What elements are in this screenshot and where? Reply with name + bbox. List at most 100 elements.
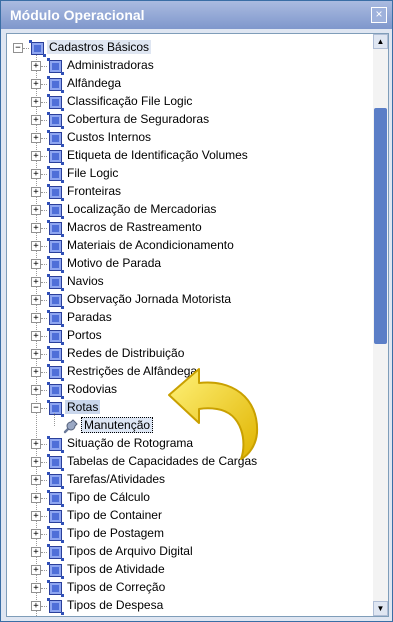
expand-icon[interactable]: + — [31, 61, 41, 71]
expand-icon[interactable]: + — [31, 205, 41, 215]
expand-icon[interactable]: + — [31, 349, 41, 359]
tree-item-macros-de-rastreamento[interactable]: + Macros de Rastreamento — [7, 219, 373, 237]
expand-icon[interactable]: + — [31, 187, 41, 197]
folder-node-icon — [29, 40, 46, 57]
expand-icon[interactable]: + — [31, 493, 41, 503]
tree-item-label: Localização de Mercadorias — [67, 202, 217, 216]
tree-item-portos[interactable]: + Portos — [7, 327, 373, 345]
expand-icon[interactable]: + — [31, 367, 41, 377]
expand-icon[interactable]: + — [31, 439, 41, 449]
tree-item-etiqueta-de-identifica-o-volumes[interactable]: + Etiqueta de Identificação Volumes — [7, 147, 373, 165]
folder-node-icon — [47, 508, 64, 525]
expand-icon[interactable]: + — [31, 601, 41, 611]
expand-icon[interactable]: + — [31, 97, 41, 107]
tree-connector — [41, 354, 47, 355]
tree-item-file-logic[interactable]: + File Logic — [7, 165, 373, 183]
folder-node-icon — [47, 76, 64, 93]
tree-item-label: Fronteiras — [67, 184, 122, 198]
folder-node-icon — [47, 292, 64, 309]
tree-item-tipo-de-container[interactable]: + Tipo de Container — [7, 507, 373, 525]
tree-connector — [41, 444, 47, 445]
tree-connector — [41, 156, 47, 157]
expand-icon[interactable]: + — [31, 385, 41, 395]
tree-item-cobertura-de-seguradoras[interactable]: + Cobertura de Seguradoras — [7, 111, 373, 129]
expand-icon[interactable]: + — [31, 151, 41, 161]
tree-item-tipos-de-corre-o[interactable]: + Tipos de Correção — [7, 579, 373, 597]
folder-node-icon — [47, 580, 64, 597]
tree-child-label: Manutenção — [81, 417, 154, 433]
expand-icon[interactable]: + — [31, 547, 41, 557]
folder-node-icon — [47, 544, 64, 561]
expand-icon[interactable]: + — [31, 295, 41, 305]
expand-icon[interactable]: + — [31, 331, 41, 341]
folder-node-icon — [47, 562, 64, 579]
tree-item-label: Portos — [67, 328, 102, 342]
expand-icon[interactable]: + — [31, 133, 41, 143]
tree-connector — [41, 570, 47, 571]
titlebar: Módulo Operacional × — [1, 1, 392, 29]
expand-icon[interactable]: + — [31, 259, 41, 269]
tree-panel: − Cadastros Básicos + Administradoras + Alfân… — [6, 33, 389, 617]
tree-item-custos-internos[interactable]: + Custos Internos — [7, 129, 373, 147]
folder-node-icon — [47, 400, 64, 417]
tree-root[interactable]: − Cadastros Básicos — [7, 39, 373, 57]
tree-item-tarefas-atividades[interactable]: + Tarefas/Atividades — [7, 471, 373, 489]
folder-node-icon — [47, 148, 64, 165]
expand-icon[interactable]: + — [31, 583, 41, 593]
tree-connector — [41, 516, 47, 517]
folder-node-icon — [47, 328, 64, 345]
folder-node-icon — [47, 274, 64, 291]
expand-icon[interactable]: + — [31, 277, 41, 287]
vertical-scrollbar[interactable]: ▲ ▼ — [373, 34, 388, 616]
tree-item-label: Custos Internos — [67, 130, 152, 144]
tree-item-fronteiras[interactable]: + Fronteiras — [7, 183, 373, 201]
tree-item-administradoras[interactable]: + Administradoras — [7, 57, 373, 75]
folder-node-icon — [47, 130, 64, 147]
expand-icon[interactable]: + — [31, 475, 41, 485]
expand-icon[interactable]: + — [31, 511, 41, 521]
expand-icon[interactable]: + — [31, 223, 41, 233]
tree-item-tipo-de-c-lculo[interactable]: + Tipo de Cálculo — [7, 489, 373, 507]
tree-item-tipos-de-atividade[interactable]: + Tipos de Atividade — [7, 561, 373, 579]
expand-icon[interactable]: + — [31, 115, 41, 125]
expand-icon[interactable]: + — [31, 169, 41, 179]
close-icon[interactable]: × — [371, 7, 387, 23]
tree-item-tipo-de-postagem[interactable]: + Tipo de Postagem — [7, 525, 373, 543]
tree-item-label: Observação Jornada Motorista — [67, 292, 232, 306]
window-title: Módulo Operacional — [10, 7, 145, 23]
tree-connector — [41, 282, 47, 283]
tree-item-localiza-o-de-mercadorias[interactable]: + Localização de Mercadorias — [7, 201, 373, 219]
expand-icon[interactable]: + — [31, 241, 41, 251]
tree-connector — [41, 102, 47, 103]
tree-item-alf-ndega[interactable]: + Alfândega — [7, 75, 373, 93]
tree-item-materiais-de-acondicionamento[interactable]: + Materiais de Acondicionamento — [7, 237, 373, 255]
scroll-thumb[interactable] — [374, 108, 387, 344]
expand-icon[interactable]: + — [31, 79, 41, 89]
tree-connector — [41, 120, 47, 121]
collapse-icon[interactable]: − — [13, 43, 23, 53]
expand-icon[interactable]: + — [31, 529, 41, 539]
tree-connector — [41, 390, 47, 391]
tree-root-label: Cadastros Básicos — [47, 40, 152, 54]
collapse-icon[interactable]: − — [31, 403, 41, 413]
tree-item-redes-de-distribui-o[interactable]: + Redes de Distribuição — [7, 345, 373, 363]
tree-item-navios[interactable]: + Navios — [7, 273, 373, 291]
tree-item-label: Tipo de Container — [67, 508, 162, 522]
folder-node-icon — [47, 472, 64, 489]
expand-icon[interactable]: + — [31, 313, 41, 323]
tree-item-paradas[interactable]: + Paradas — [7, 309, 373, 327]
scroll-down-button[interactable]: ▼ — [373, 601, 388, 616]
expand-icon[interactable]: + — [31, 565, 41, 575]
tree-item-label: Tipos de Despesa — [67, 598, 164, 612]
tree-connector — [41, 264, 47, 265]
tree-item-label: Materiais de Acondicionamento — [67, 238, 234, 252]
scroll-up-button[interactable]: ▲ — [373, 34, 388, 49]
tree-item-tipos-de-arquivo-digital[interactable]: + Tipos de Arquivo Digital — [7, 543, 373, 561]
expand-icon[interactable]: + — [31, 457, 41, 467]
tree-item-label: Administradoras — [67, 58, 154, 72]
tree-item-motivo-de-parada[interactable]: + Motivo de Parada — [7, 255, 373, 273]
tree-item-classifica-o-file-logic[interactable]: + Classificação File Logic — [7, 93, 373, 111]
folder-node-icon — [47, 220, 64, 237]
tree-item-tipos-de-despesa[interactable]: + Tipos de Despesa — [7, 597, 373, 615]
tree-item-observa-o-jornada-motorista[interactable]: + Observação Jornada Motorista — [7, 291, 373, 309]
